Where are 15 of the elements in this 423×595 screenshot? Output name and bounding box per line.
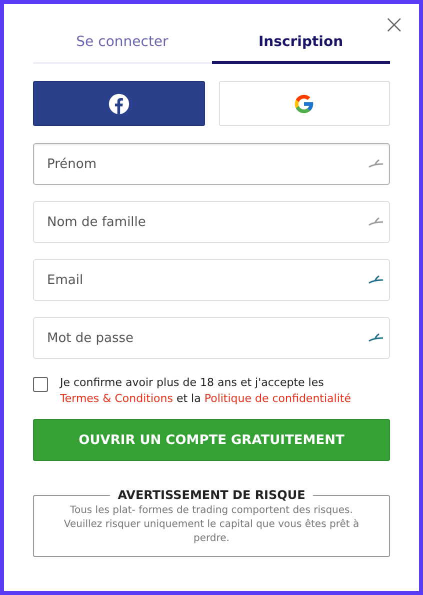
- input-field[interactable]: Email: [33, 259, 390, 301]
- google-icon: [293, 92, 316, 114]
- input-field[interactable]: Prénom: [33, 143, 390, 185]
- checkbox[interactable]: [33, 377, 48, 392]
- facebook-button[interactable]: [33, 81, 204, 126]
- link[interactable]: Termes & Conditions: [60, 392, 173, 405]
- facebook-icon: [108, 92, 130, 114]
- tab[interactable]: Se connecter: [33, 22, 212, 64]
- input-field[interactable]: Nom de famille: [33, 201, 390, 243]
- risk-warning-title: AVERTISSEMENT DE RISQUE: [116, 488, 306, 502]
- consent-text: Je confirme avoir plus de 18 ans et j'accepte les Termes & Conditions et la Politique de confidentialité: [60, 375, 352, 407]
- input-field[interactable]: Mot de passe: [33, 317, 390, 359]
- risk-warning-text: Tous les plat- formes de trading comportent des risques. Veuillez risquer uniquement le capital que vous êtes prêt à perdre.: [62, 504, 360, 546]
- open-account-button[interactable]: OUVRIR UN COMPTE GRATUITEMENT: [33, 419, 390, 461]
- link[interactable]: Politique de confidentialité: [204, 392, 351, 405]
